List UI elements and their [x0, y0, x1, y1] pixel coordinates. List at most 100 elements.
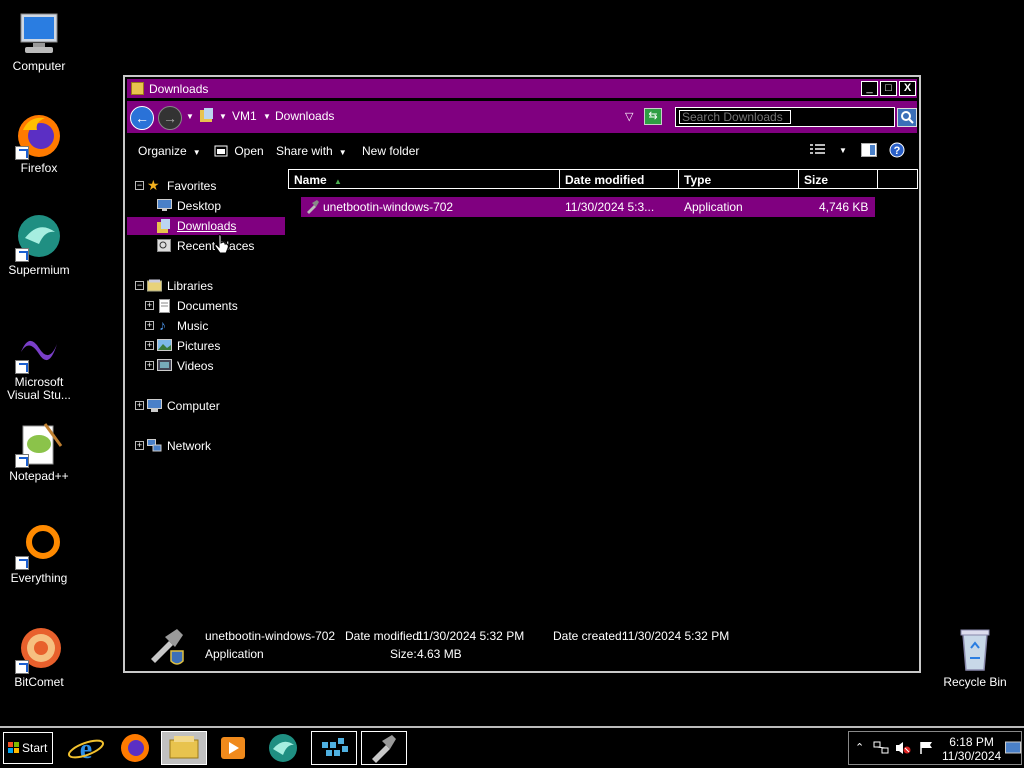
action-center-flag-icon[interactable]: [919, 741, 935, 758]
command-bar: Organize ▼ Open Share with ▼ New folder ▼ …: [127, 137, 917, 163]
expand-icon[interactable]: +: [135, 441, 144, 450]
desktop-icon-notepadpp[interactable]: Notepad++: [0, 420, 79, 483]
computer-icon: [15, 10, 63, 58]
breadcrumb-chevron-icon[interactable]: ▼: [219, 112, 227, 121]
details-file-icon: [147, 625, 189, 670]
search-box[interactable]: [675, 107, 895, 127]
unetbootin-icon: [372, 735, 396, 763]
recent-pages-dropdown[interactable]: ▼: [186, 112, 194, 121]
sort-ascending-icon: ▲: [334, 177, 342, 186]
column-header-filler: [877, 169, 918, 189]
explorer-window: Downloads _ □ X ← → ▼ ▼ VM1 ▼ Downloads …: [123, 75, 921, 673]
media-player-icon: [221, 737, 245, 759]
details-file-type: Application: [205, 647, 264, 661]
details-date-modified-label: Date modified:: [345, 629, 423, 643]
breadcrumb-chevron-icon[interactable]: ▼: [263, 112, 271, 121]
desktop-icon-recycle-bin[interactable]: Recycle Bin: [935, 626, 1015, 689]
collapse-icon[interactable]: −: [135, 181, 144, 190]
maximize-button[interactable]: □: [880, 81, 897, 96]
back-button[interactable]: ←: [130, 106, 154, 130]
file-row[interactable]: unetbootin-windows-702 11/30/2024 5:3...…: [301, 197, 875, 217]
bitcomet-icon: [15, 626, 63, 674]
address-history-dropdown[interactable]: ▽: [625, 110, 633, 123]
tree-favorites[interactable]: − ★ Favorites: [127, 177, 285, 195]
preview-pane-icon[interactable]: [861, 143, 877, 160]
taskbar-file-explorer[interactable]: [161, 731, 207, 765]
details-pane: unetbootin-windows-702 Application Date …: [127, 617, 917, 669]
view-options-dropdown[interactable]: ▼: [839, 146, 847, 155]
taskbar-firefox[interactable]: [112, 731, 158, 765]
start-button[interactable]: Start: [3, 732, 53, 764]
installer-icon: [322, 738, 348, 756]
star-icon: ★: [147, 177, 160, 193]
share-with-button[interactable]: Share with ▼: [276, 144, 347, 158]
shortcut-arrow-icon: [15, 556, 29, 570]
details-size: 4.63 MB: [417, 647, 462, 661]
tree-pictures[interactable]: + Pictures: [127, 337, 285, 355]
expand-icon[interactable]: +: [145, 321, 154, 330]
search-icon[interactable]: [897, 108, 917, 127]
svg-text:e: e: [80, 734, 92, 765]
show-desktop-icon[interactable]: [1005, 740, 1021, 759]
file-date-modified: 11/30/2024 5:3...: [565, 200, 655, 214]
internet-explorer-icon: e: [67, 734, 105, 765]
breadcrumb-vm1[interactable]: VM1: [232, 109, 257, 123]
desktop-icon-bitcomet[interactable]: BitComet: [0, 626, 79, 689]
column-header-size[interactable]: Size: [798, 169, 878, 189]
tree-libraries[interactable]: − Libraries: [127, 277, 285, 295]
tree-music[interactable]: + ♪ Music: [127, 317, 285, 335]
change-view-icon[interactable]: [810, 143, 826, 158]
tree-computer[interactable]: + Computer: [127, 397, 285, 415]
title-bar[interactable]: Downloads _ □ X: [127, 79, 917, 98]
mouse-cursor-hand-icon: [214, 234, 230, 257]
taskbar-unetbootin[interactable]: [361, 731, 407, 765]
show-hidden-icons-icon[interactable]: ⌃: [855, 741, 864, 754]
file-explorer-icon: [169, 736, 199, 759]
notepadpp-icon: [15, 420, 63, 468]
network-status-icon[interactable]: [873, 741, 889, 758]
column-header-date-modified[interactable]: Date modified: [559, 169, 679, 189]
expand-icon[interactable]: +: [145, 341, 154, 350]
volume-muted-icon[interactable]: [895, 741, 911, 758]
forward-button[interactable]: →: [158, 106, 182, 130]
visual-studio-icon: [15, 326, 63, 374]
application-icon: [305, 199, 320, 217]
organize-button[interactable]: Organize ▼: [138, 144, 201, 158]
expand-icon[interactable]: +: [145, 361, 154, 370]
tree-videos[interactable]: + Videos: [127, 357, 285, 375]
navigation-bar: ← → ▼ ▼ VM1 ▼ Downloads ▽ ⇆: [127, 101, 917, 133]
desktop-icon-everything[interactable]: Everything: [0, 522, 79, 585]
minimize-button[interactable]: _: [861, 81, 878, 96]
tree-downloads[interactable]: Downloads: [127, 217, 285, 235]
tree-network[interactable]: + Network: [127, 437, 285, 455]
taskbar-media-player[interactable]: [210, 731, 256, 765]
expand-icon[interactable]: +: [145, 301, 154, 310]
collapse-icon[interactable]: −: [135, 281, 144, 290]
breadcrumb-downloads[interactable]: Downloads: [275, 109, 334, 123]
new-folder-button[interactable]: New folder: [362, 144, 419, 158]
open-button[interactable]: Open: [214, 144, 264, 158]
network-icon: [147, 439, 162, 452]
desktop-icon-firefox[interactable]: Firefox: [0, 112, 79, 175]
supermium-icon: [15, 214, 63, 262]
column-header-type[interactable]: Type: [678, 169, 799, 189]
taskbar-internet-explorer[interactable]: e: [63, 731, 109, 765]
clock[interactable]: 6:18 PM 11/30/2024: [942, 735, 1001, 763]
desktop-icon-computer[interactable]: Computer: [0, 10, 79, 73]
file-size: 4,746 KB: [819, 200, 869, 214]
tree-recent-places[interactable]: Recent Places: [127, 237, 285, 255]
expand-icon[interactable]: +: [135, 401, 144, 410]
desktop-icon: [157, 199, 172, 211]
taskbar-supermium[interactable]: [260, 731, 306, 765]
desktop-icon-visual-studio[interactable]: Microsoft Visual Stu...: [0, 326, 79, 402]
folder-icon: [131, 82, 144, 95]
tree-desktop[interactable]: Desktop: [127, 197, 285, 215]
tree-documents[interactable]: + Documents: [127, 297, 285, 315]
search-input[interactable]: [679, 110, 791, 124]
help-icon[interactable]: ?: [889, 142, 905, 161]
taskbar-installer[interactable]: [311, 731, 357, 765]
refresh-button[interactable]: ⇆: [644, 108, 662, 125]
column-header-name[interactable]: Name ▲: [288, 169, 560, 189]
close-button[interactable]: X: [899, 81, 916, 96]
desktop-icon-supermium[interactable]: Supermium: [0, 214, 79, 277]
